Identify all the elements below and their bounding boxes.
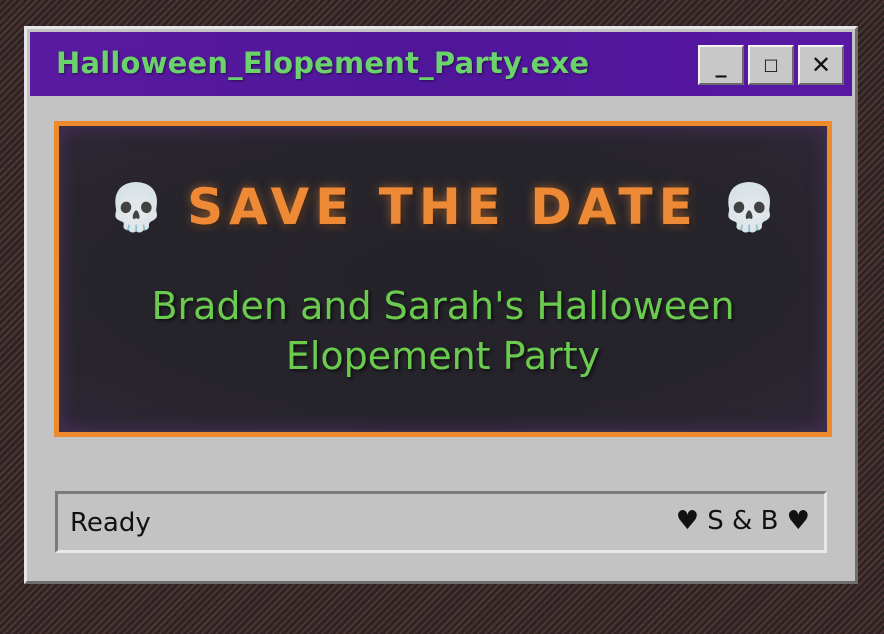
status-bar: Ready ♥ S & B ♥	[55, 491, 827, 553]
event-subtitle: Braden and Sarah's Halloween Elopement P…	[61, 281, 825, 381]
window-title: Halloween_Elopement_Party.exe	[56, 46, 590, 80]
close-icon: ✕	[810, 51, 832, 79]
maximize-button[interactable]: □	[748, 45, 794, 85]
close-button[interactable]: ✕	[798, 45, 844, 85]
subtitle-line-1: Braden and Sarah's Halloween	[151, 284, 735, 328]
minimize-button[interactable]: _	[698, 45, 744, 85]
signature-text: ♥ S & B ♥	[675, 506, 810, 536]
title-bar[interactable]: Halloween_Elopement_Party.exe _ □ ✕	[30, 32, 852, 96]
headline: SAVE THE DATE	[187, 178, 699, 236]
app-window: Halloween_Elopement_Party.exe _ □ ✕ 💀 SAV…	[24, 26, 858, 584]
headline-row: 💀 SAVE THE DATE 💀	[61, 178, 825, 236]
save-the-date-banner: 💀 SAVE THE DATE 💀 Braden and Sarah's Hallo…	[54, 121, 832, 437]
minimize-icon: _	[715, 53, 727, 78]
status-text: Ready	[70, 508, 151, 538]
maximize-icon: □	[763, 55, 779, 74]
subtitle-line-2: Elopement Party	[285, 334, 601, 378]
skull-icon: 💀	[720, 180, 779, 234]
skull-icon: 💀	[107, 180, 166, 234]
banner-panel: 💀 SAVE THE DATE 💀 Braden and Sarah's Hallo…	[59, 126, 827, 432]
